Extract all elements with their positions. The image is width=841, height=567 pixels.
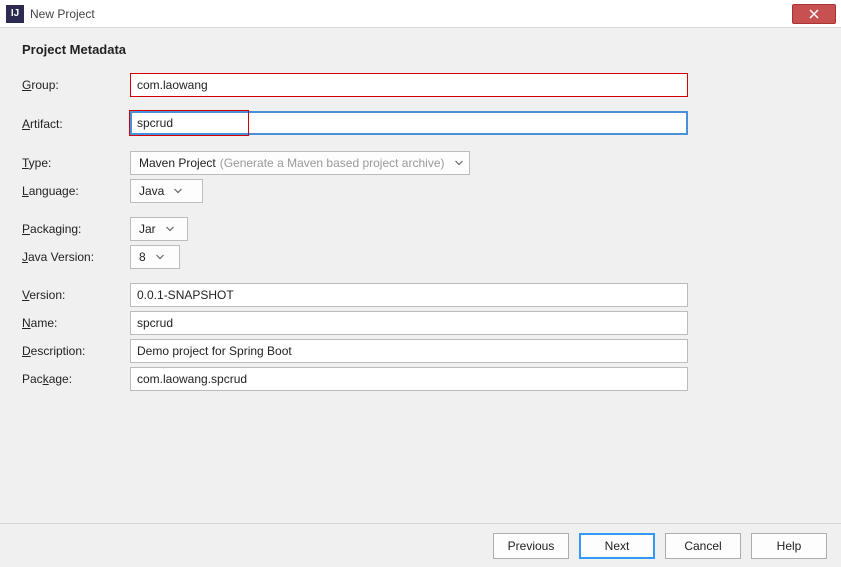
java-version-select-value: 8 [139,250,146,264]
language-select[interactable]: Java [130,179,203,203]
cancel-button[interactable]: Cancel [665,533,741,559]
packaging-select-value: Jar [139,222,156,236]
group-input[interactable] [130,73,688,97]
artifact-label: Artifact: [22,113,130,135]
name-input[interactable] [130,311,688,335]
version-label: Version: [22,284,130,306]
app-icon: IJ [6,5,24,23]
close-icon [809,9,819,19]
description-input[interactable] [130,339,688,363]
type-select-value: Maven Project [139,156,216,170]
titlebar: IJ New Project [0,0,841,28]
type-select[interactable]: Maven Project (Generate a Maven based pr… [130,151,470,175]
chevron-down-icon [174,187,182,195]
artifact-input[interactable] [130,111,688,135]
next-button[interactable]: Next [579,533,655,559]
type-label: Type: [22,152,130,174]
help-button[interactable]: Help [751,533,827,559]
metadata-form: Group: Artifact: Type: Maven Project [22,71,819,393]
footer-buttons: Previous Next Cancel Help [0,523,841,567]
chevron-down-icon [166,225,174,233]
packaging-select[interactable]: Jar [130,217,188,241]
java-version-label: Java Version: [22,246,130,268]
group-label: Group: [22,74,130,96]
package-label: Package: [22,368,130,390]
version-input[interactable] [130,283,688,307]
type-select-hint: (Generate a Maven based project archive) [220,156,445,170]
close-button[interactable] [792,4,836,24]
chevron-down-icon [455,159,463,167]
content-area: Project Metadata Group: Artifact: Type: [0,28,841,393]
language-select-value: Java [139,184,164,198]
language-label: Language: [22,180,130,202]
window-title: New Project [30,7,792,21]
java-version-select[interactable]: 8 [130,245,180,269]
previous-button[interactable]: Previous [493,533,569,559]
section-title: Project Metadata [22,42,819,57]
description-label: Description: [22,340,130,362]
chevron-down-icon [156,253,164,261]
package-input[interactable] [130,367,688,391]
packaging-label: Packaging: [22,218,130,240]
name-label: Name: [22,312,130,334]
